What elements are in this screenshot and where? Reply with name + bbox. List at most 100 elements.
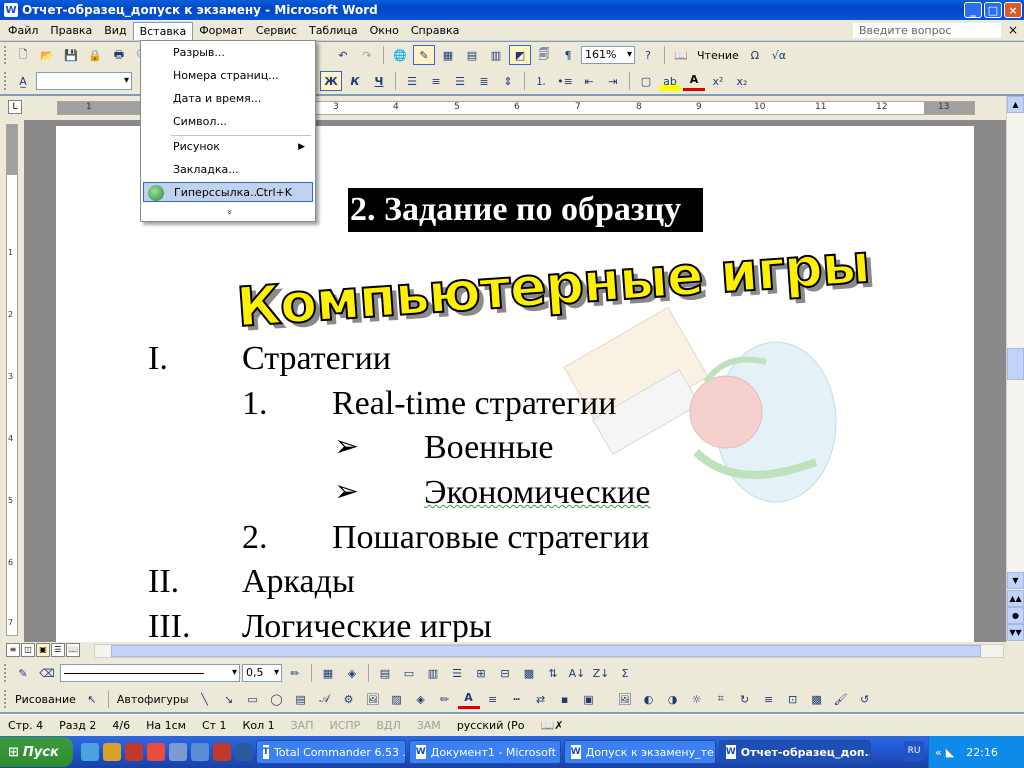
menu-view[interactable]: Вид: [98, 22, 132, 39]
sort-desc-icon[interactable]: Z↓: [590, 663, 612, 683]
font-color-icon[interactable]: A: [683, 71, 705, 91]
clipart-icon[interactable]: 🖼: [362, 689, 384, 709]
justify-icon[interactable]: ≣: [473, 71, 495, 91]
brightness-icon[interactable]: ☼: [686, 689, 708, 709]
document-close-icon[interactable]: ×: [1008, 23, 1018, 37]
tab-selector[interactable]: L: [8, 100, 22, 114]
format-picture-icon[interactable]: 🖌: [830, 689, 852, 709]
image-control-icon[interactable]: ◐: [638, 689, 660, 709]
wordart-icon[interactable]: 𝒜: [314, 689, 336, 709]
outside-border-icon[interactable]: ▦: [317, 663, 339, 683]
zoom-combo[interactable]: 161%: [581, 46, 635, 64]
superscript-icon[interactable]: x²: [707, 71, 729, 91]
columns-icon[interactable]: ▥: [485, 45, 507, 65]
line-spacing-icon[interactable]: ⇕: [497, 71, 519, 91]
menuitem-break[interactable]: Разрыв...: [143, 43, 313, 63]
toolbar-grip[interactable]: [4, 72, 8, 90]
open-icon[interactable]: 📂: [36, 45, 58, 65]
toolbar-grip[interactable]: [4, 46, 8, 64]
shading-color-icon[interactable]: ◈: [341, 663, 363, 683]
sort-icon[interactable]: A↓: [566, 663, 588, 683]
outline-view-icon[interactable]: ☰: [51, 643, 65, 657]
prev-page-icon[interactable]: ▲▲: [1007, 590, 1024, 607]
style-combo[interactable]: [36, 72, 132, 90]
normal-view-icon[interactable]: ≡: [6, 643, 20, 657]
rotate-icon[interactable]: ↻: [734, 689, 756, 709]
align-center-icon[interactable]: ≡: [425, 71, 447, 91]
styles-icon[interactable]: A̲: [12, 71, 34, 91]
equation-icon[interactable]: √α: [768, 45, 790, 65]
web-view-icon[interactable]: ◫: [21, 643, 35, 657]
tray-app-icon[interactable]: ◣: [946, 746, 954, 759]
permission-icon[interactable]: 🔒: [84, 45, 106, 65]
menu-insert[interactable]: Вставка: [132, 22, 194, 40]
bold-button[interactable]: Ж: [320, 71, 342, 91]
line-style-pic-icon[interactable]: ≡: [758, 689, 780, 709]
menu-help[interactable]: Справка: [405, 22, 465, 39]
document-map-icon[interactable]: 🗐: [533, 45, 555, 65]
font-color-icon[interactable]: A: [457, 689, 480, 709]
increase-indent-icon[interactable]: ⇥: [602, 71, 624, 91]
tables-borders-icon[interactable]: ✎: [413, 45, 435, 65]
autosum-icon[interactable]: Σ: [614, 663, 636, 683]
shadow-icon[interactable]: ▪: [554, 689, 576, 709]
draw-table-icon[interactable]: ✎: [12, 663, 34, 683]
diagram-icon[interactable]: ⚙: [338, 689, 360, 709]
autoshapes-menu[interactable]: Автофигуры: [114, 693, 192, 706]
insert-picture-icon[interactable]: 🖼: [614, 689, 636, 709]
line-weight-combo[interactable]: 0,5: [242, 664, 282, 682]
print-layout-icon[interactable]: ▣: [36, 643, 50, 657]
merge-cells-icon[interactable]: ▭: [398, 663, 420, 683]
contrast-icon[interactable]: ◑: [662, 689, 684, 709]
arrow-icon[interactable]: ↘: [218, 689, 240, 709]
table-autoformat-icon[interactable]: ▩: [518, 663, 540, 683]
menu-tools[interactable]: Сервис: [250, 22, 303, 39]
clock[interactable]: 22:16: [966, 746, 998, 759]
spelling-status-icon[interactable]: 📖✗: [533, 719, 572, 732]
line-color-icon[interactable]: ✏: [434, 689, 456, 709]
bullets-icon[interactable]: •≡: [554, 71, 576, 91]
quicklaunch-media-icon[interactable]: [146, 743, 165, 761]
menuitem-page-numbers[interactable]: Номера страниц...: [143, 66, 313, 86]
task-otchet[interactable]: W Отчет-образец_доп...: [718, 740, 871, 764]
language-indicator[interactable]: RU: [904, 741, 924, 761]
tray-expand-icon[interactable]: «: [935, 746, 942, 759]
help-question-input[interactable]: Введите вопрос: [852, 22, 1002, 39]
numbering-icon[interactable]: ⒈: [530, 71, 552, 91]
dash-style-icon[interactable]: ┅: [506, 689, 528, 709]
italic-button[interactable]: К: [344, 71, 366, 91]
reading-button[interactable]: Чтение: [694, 49, 742, 62]
fill-color-icon[interactable]: ◈: [410, 689, 432, 709]
arrow-style-icon[interactable]: ⇄: [530, 689, 552, 709]
distribute-cols-icon[interactable]: ⊟: [494, 663, 516, 683]
vertical-scrollbar[interactable]: ▲ ▼ ▲▲ ● ▼▼: [1006, 96, 1024, 642]
picture-icon[interactable]: ▨: [386, 689, 408, 709]
textbox-icon[interactable]: ▤: [290, 689, 312, 709]
menuitem-date-time[interactable]: Дата и время...: [143, 89, 313, 109]
status-overtype[interactable]: ЗАМ: [409, 719, 449, 732]
status-extend[interactable]: ВДЛ: [368, 719, 408, 732]
word-app-icon[interactable]: W: [4, 3, 18, 17]
quicklaunch-desktop-icon[interactable]: [234, 743, 253, 761]
toolbar-grip[interactable]: [4, 690, 8, 708]
show-hide-icon[interactable]: ¶: [557, 45, 579, 65]
menu-file[interactable]: Файл: [2, 22, 44, 39]
save-icon[interactable]: 💾: [60, 45, 82, 65]
oval-icon[interactable]: ◯: [266, 689, 288, 709]
insert-table-icon[interactable]: ▤: [374, 663, 396, 683]
print-icon[interactable]: 🖶: [108, 45, 130, 65]
decrease-indent-icon[interactable]: ⇤: [578, 71, 600, 91]
scroll-thumb[interactable]: [1007, 348, 1024, 380]
drawing-menu[interactable]: Рисование: [12, 693, 79, 706]
quicklaunch-opera-icon[interactable]: [124, 743, 143, 761]
vertical-ruler[interactable]: 1 2 3 4 5 6 7: [0, 120, 24, 642]
underline-button[interactable]: Ч: [368, 71, 390, 91]
highlight-icon[interactable]: ab: [659, 71, 681, 91]
close-button[interactable]: ×: [1004, 2, 1022, 18]
text-wrap-icon[interactable]: ▩: [806, 689, 828, 709]
quicklaunch-app-icon[interactable]: [102, 743, 121, 761]
align-left-icon[interactable]: ☰: [401, 71, 423, 91]
quicklaunch-app3-icon[interactable]: [190, 743, 209, 761]
eraser-icon[interactable]: ⌫: [36, 663, 58, 683]
status-record[interactable]: ЗАП: [283, 719, 322, 732]
